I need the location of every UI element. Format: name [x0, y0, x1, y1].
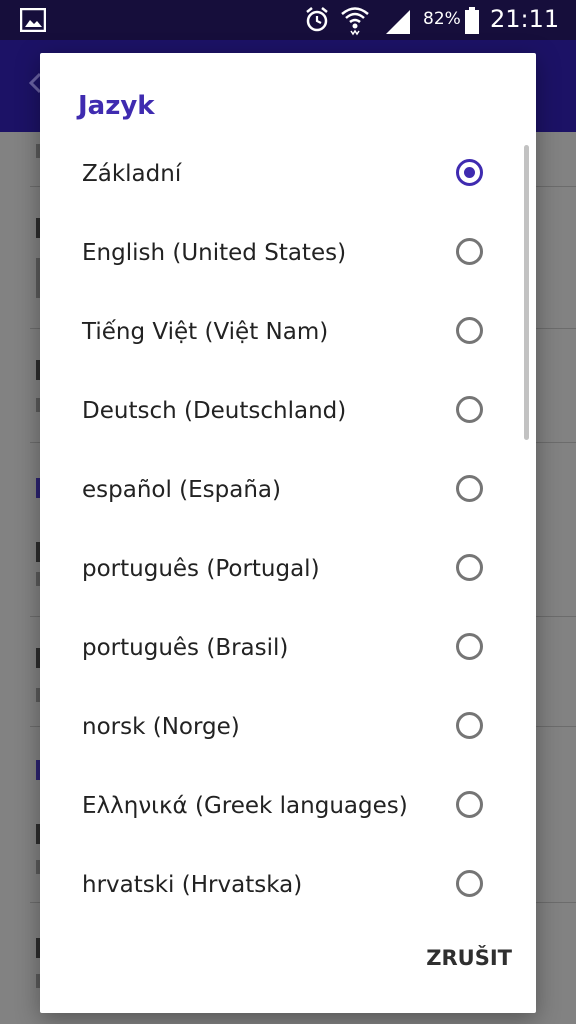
radio-button[interactable]	[456, 475, 483, 502]
language-option[interactable]: español (España)	[40, 451, 536, 530]
language-dialog: Jazyk Základní English (United States) T…	[40, 53, 536, 1013]
battery-icon	[464, 7, 480, 39]
language-option[interactable]: hrvatski (Hrvatska)	[40, 846, 536, 905]
option-label: Deutsch (Deutschland)	[82, 398, 347, 424]
radio-button[interactable]	[456, 238, 483, 265]
radio-button-checked[interactable]	[456, 159, 483, 186]
status-bar: 82% 21:11	[0, 0, 576, 40]
option-label: Základní	[82, 161, 182, 187]
status-clock: 21:11	[490, 5, 560, 33]
option-label: English (United States)	[82, 240, 347, 266]
alarm-icon	[304, 6, 330, 38]
option-label: hrvatski (Hrvatska)	[82, 872, 303, 898]
language-option[interactable]: Deutsch (Deutschland)	[40, 372, 536, 451]
language-option[interactable]: português (Portugal)	[40, 530, 536, 609]
battery-percent: 82%	[423, 9, 461, 29]
language-option[interactable]: português (Brasil)	[40, 609, 536, 688]
option-label: español (España)	[82, 477, 282, 503]
option-label: norsk (Norge)	[82, 714, 240, 740]
signal-icon	[384, 8, 412, 38]
language-option[interactable]: Tiếng Việt (Việt Nam)	[40, 293, 536, 372]
radio-button[interactable]	[456, 791, 483, 818]
gallery-notification-icon	[19, 7, 47, 36]
scrollbar-thumb[interactable]	[524, 145, 529, 440]
cancel-button[interactable]: ZRUŠIT	[392, 933, 512, 983]
dialog-title: Jazyk	[78, 91, 155, 121]
language-option[interactable]: English (United States)	[40, 214, 536, 293]
option-label: Ελληνικά (Greek languages)	[82, 793, 408, 819]
language-option[interactable]: Základní	[40, 135, 536, 214]
language-option[interactable]: Ελληνικά (Greek languages)	[40, 767, 536, 846]
option-label: Tiếng Việt (Việt Nam)	[82, 319, 329, 345]
language-option[interactable]: norsk (Norge)	[40, 688, 536, 767]
language-options-list[interactable]: Základní English (United States) Tiếng V…	[40, 135, 536, 905]
radio-button[interactable]	[456, 396, 483, 423]
radio-button[interactable]	[456, 554, 483, 581]
option-label: português (Brasil)	[82, 635, 289, 661]
radio-button[interactable]	[456, 870, 483, 897]
radio-button[interactable]	[456, 317, 483, 344]
radio-button[interactable]	[456, 712, 483, 739]
radio-dot	[464, 167, 475, 178]
wifi-icon	[340, 4, 370, 40]
option-label: português (Portugal)	[82, 556, 320, 582]
radio-button[interactable]	[456, 633, 483, 660]
